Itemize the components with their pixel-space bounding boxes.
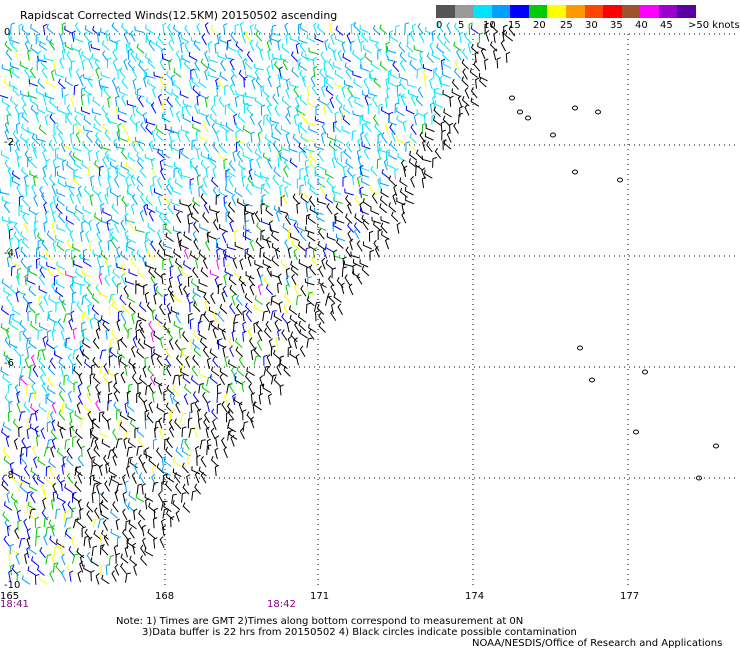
wind-barb [0, 94, 9, 99]
legend-label: 30 [585, 20, 598, 31]
legend-label: 10 [483, 20, 496, 31]
wind-barb [1, 428, 10, 438]
legend-swatch [528, 5, 548, 18]
wind-barb [2, 511, 10, 522]
wind-barb [0, 323, 10, 333]
wind-barb [0, 150, 10, 160]
legend-label: 45 [660, 20, 673, 31]
time-label-start: 18:41 [0, 599, 29, 610]
legend-swatch [621, 5, 641, 18]
credit-line: NOAA/NESDIS/Office of Research and Appli… [472, 638, 723, 649]
wind-barb [2, 447, 10, 458]
legend-label: 20 [533, 20, 546, 31]
longitude-tick-label: 171 [310, 591, 330, 602]
latitude-tick-label: 0 [4, 27, 11, 38]
latitude-tick-label: -10 [4, 580, 21, 591]
longitude-tick-label: 168 [155, 591, 175, 602]
map-notes: Note: 1) Times are GMT 2)Times along bot… [116, 616, 577, 638]
latitude-tick-label: -2 [4, 137, 14, 148]
legend-swatch [436, 5, 456, 18]
wind-barb [0, 305, 10, 316]
note-line-1: Note: 1) Times are GMT 2)Times along bot… [116, 616, 524, 627]
wind-barb [3, 535, 11, 547]
legend-label: 0 [436, 20, 443, 31]
time-label-end: 18:42 [267, 599, 296, 610]
wind-map [0, 21, 735, 590]
legend-label: 35 [610, 20, 623, 31]
legend-label: >50 knots [688, 20, 740, 31]
legend-swatch [473, 5, 493, 18]
legend-swatch [658, 5, 678, 18]
legend-swatch [603, 5, 623, 18]
latitude-tick-label: -4 [4, 248, 14, 259]
legend-label: 40 [635, 20, 648, 31]
legend-swatch [510, 5, 530, 18]
legend-label: 15 [508, 20, 521, 31]
legend-swatch [566, 5, 586, 18]
legend-swatch [547, 5, 567, 18]
legend-swatch [640, 5, 660, 18]
legend-swatch [454, 5, 474, 18]
latitude-tick-label: -8 [4, 470, 14, 481]
latitude-tick-label: -6 [4, 358, 14, 369]
longitude-tick-label: 177 [620, 591, 640, 602]
legend-swatch [584, 5, 604, 18]
map-title: Rapidscat Corrected Winds(12.5KM) 201505… [20, 9, 338, 22]
legend-label: 25 [560, 20, 573, 31]
note-line-2: 3)Data buffer is 22 hrs from 20150502 4)… [142, 627, 577, 638]
wind-barb [1, 278, 10, 289]
legend-label: 5 [458, 20, 465, 31]
legend-swatch [677, 5, 697, 18]
longitude-tick-label: 174 [465, 591, 485, 602]
wind-barb [0, 188, 10, 195]
legend-swatch [491, 5, 511, 18]
